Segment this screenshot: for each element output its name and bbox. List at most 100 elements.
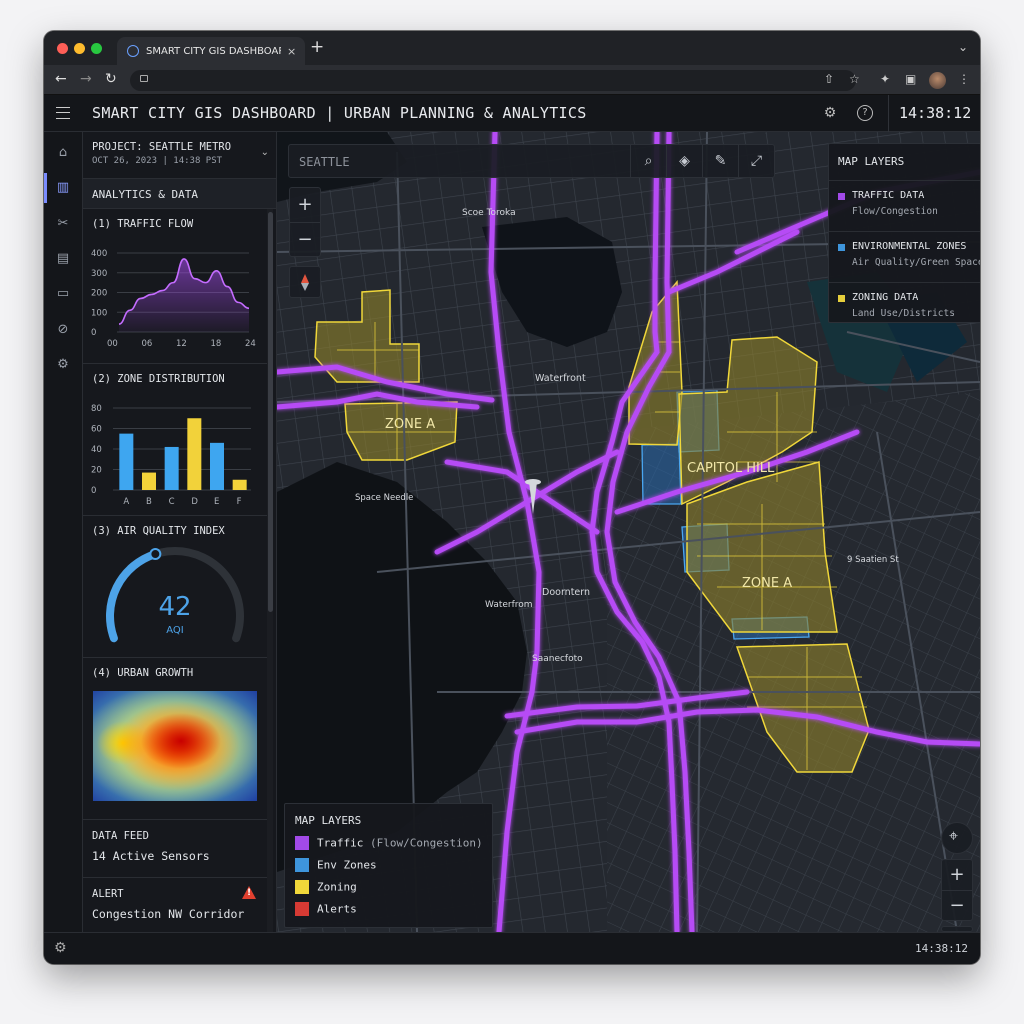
legend-label: Traffic [317,836,364,850]
data-feed-value: 14 Active Sensors [92,849,210,863]
zoom-out-button[interactable]: − [290,222,320,256]
tools-icon[interactable]: ✂ [54,215,72,233]
legend-item-alerts[interactable]: Alerts [295,902,357,918]
x-tick-label: E [214,497,219,507]
help-icon[interactable]: ? [857,105,873,121]
back-arrow-icon[interactable]: ← [55,71,67,87]
layer-name: ENVIRONMENTAL ZONES [852,241,967,252]
bar-D [187,418,202,490]
extensions-puzzle-icon[interactable]: ✦ [880,72,890,86]
project-selector[interactable]: PROJECT: SEATTLE METRO OCT 26, 2023 | 14… [83,132,276,179]
map-search-bar[interactable]: SEATTLE ⌕ ◈ ✎ ⤢ [288,144,775,178]
zone-distribution-chart: 80 60 40 20 0 A B C D E F [91,404,251,507]
map-view[interactable]: Scoe Toroka Waterfront Space Needle Wate… [277,132,980,932]
legend-item-env[interactable]: Env Zones [295,858,377,874]
analytics-bars-icon[interactable]: ▥ [54,179,72,197]
aqi-value: 42 [158,592,192,622]
browser-window: SMART CITY GIS DASHBOARD × + ⌄ ← → ↻ ⇧ ☆… [44,31,980,964]
forward-arrow-icon[interactable]: → [80,71,92,87]
rail-active-indicator [44,173,47,203]
bar-A [119,433,134,490]
bar-C [164,446,179,490]
new-tab-button[interactable]: + [310,37,324,57]
zone-label-west: ZONE A [385,417,435,432]
compass-icon[interactable]: ⊘ [54,321,72,339]
share-icon[interactable]: ⇧ [824,72,834,86]
aqi-unit: AQI [166,625,184,636]
legend-swatch [295,902,309,916]
layer-name: TRAFFIC DATA [852,190,925,201]
tab-close-icon[interactable]: × [287,45,296,58]
zoom-out-button-right[interactable]: − [942,890,972,920]
x-tick-label: 06 [142,339,153,349]
alert-value: Congestion NW Corridor [92,907,245,921]
x-tick-label: D [191,497,198,507]
bookmark-star-icon[interactable]: ☆ [849,72,860,86]
crosshair-icon: ⌖ [949,826,959,845]
place-label-doorntern: Doorntern [542,587,590,598]
layer-sub: Land Use/Districts [852,308,955,319]
address-bar: ← → ↻ ⇧ ☆ ✦ ▣ ⋮ [44,65,980,95]
project-date: OCT 26, 2023 | 14:38 PST [92,156,223,166]
y-tick-label: 0 [91,328,96,338]
map-zoom-controls: + − [289,187,321,257]
alert-card[interactable]: ALERT Congestion NW Corridor [83,878,267,932]
browser-tab[interactable]: SMART CITY GIS DASHBOARD × [117,37,305,65]
zoom-in-button-right[interactable]: + [942,860,972,890]
legend-swatch [295,858,309,872]
traffic-flow-title: (1) TRAFFIC FLOW [92,218,194,230]
minimize-window-button[interactable] [74,43,85,54]
fullscreen-icon[interactable]: ⤢ [738,145,774,177]
maximize-window-button[interactable] [91,43,102,54]
place-label-north: Scoe Toroka [462,208,516,218]
layer-item-environmental[interactable]: ENVIRONMENTAL ZONES Air Quality/Green Sp… [829,231,980,282]
url-input[interactable] [130,70,856,91]
browser-menu-icon[interactable]: ⋮ [958,72,970,86]
legend-item-traffic[interactable]: Traffic (Flow/Congestion) [295,836,483,852]
legend-item-zoning[interactable]: Zoning [295,880,357,896]
y-tick-label: 80 [91,404,102,414]
map-search-input[interactable]: SEATTLE [299,155,350,169]
reload-icon[interactable]: ↻ [105,71,117,87]
settings-gear-icon[interactable]: ⚙ [822,105,838,121]
tab-search-chevron-icon[interactable]: ⌄ [958,40,968,54]
layer-swatch [838,193,845,200]
place-label-waterfront: Waterfront [535,373,586,384]
close-window-button[interactable] [57,43,68,54]
icon-rail: ⌂ ▥ ✂ ▤ ▭ ⊘ ⚙ [44,132,83,932]
aqi-gauge [106,547,244,643]
sidebar-toggle-icon[interactable]: ▣ [905,72,916,86]
locate-button[interactable]: ⌖ [941,822,973,854]
header-clock: 14:38:12 [899,104,972,122]
globe-icon [127,45,139,57]
warning-icon [242,886,256,899]
home-icon[interactable]: ⌂ [54,144,72,162]
chevron-down-icon[interactable]: ⌄ [261,147,269,158]
status-time: 14:38:12 [915,942,968,955]
profile-avatar[interactable] [929,72,946,89]
traffic-flow-chart: 400300200100000 06 12 18 24 [91,249,256,349]
panel-scroll-thumb[interactable] [268,212,273,612]
layer-item-traffic[interactable]: TRAFFIC DATA Flow/Congestion [829,180,980,231]
layers-icon[interactable]: ◈ [666,145,702,177]
status-settings-icon[interactable]: ⚙ [54,940,67,956]
wrench-icon[interactable]: ✎ [702,145,738,177]
air-quality-card: (3) AIR QUALITY INDEX 42 AQI [83,516,267,658]
y-tick-label: 0 [91,486,96,496]
map-layers-title: MAP LAYERS [838,155,905,168]
zone-label-east: ZONE A [742,576,792,591]
y-tick-label: 60 [91,425,102,435]
zoom-in-button[interactable]: + [290,188,320,222]
layer-item-zoning[interactable]: ZONING DATA Land Use/Districts [829,282,980,323]
traffic-area [119,258,249,332]
hamburger-menu-icon[interactable] [56,107,70,119]
lock-icon [140,75,148,82]
search-icon[interactable]: ⌕ [630,145,666,177]
y-tick-label: 200 [91,289,107,299]
bar-chart-icon[interactable]: ▤ [54,250,72,268]
traffic-flow-card: (1) TRAFFIC FLOW 400 300 200 100 0 00 06 12 18 24 [83,209,267,364]
compass-button[interactable] [289,266,321,298]
settings-icon[interactable]: ⚙ [54,356,72,374]
x-tick-label: 24 [245,339,256,349]
calendar-icon[interactable]: ▭ [54,285,72,303]
